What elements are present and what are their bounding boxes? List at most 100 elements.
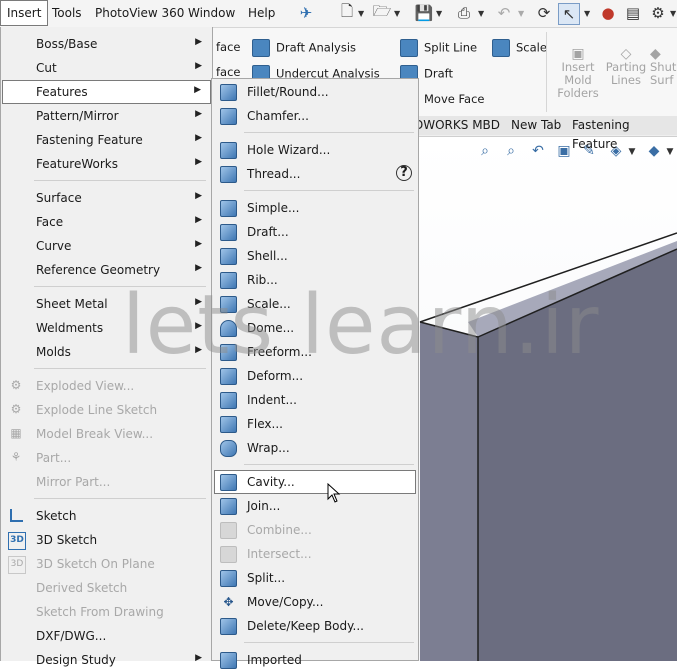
chevron-down-icon[interactable]: ▼ bbox=[627, 147, 637, 165]
menu-item-featureworks[interactable]: FeatureWorks ▶ bbox=[2, 153, 211, 175]
menu-item-imported[interactable]: Imported bbox=[214, 649, 416, 671]
save-icon[interactable]: 💾 bbox=[414, 3, 434, 23]
menu-item-3d-sketch-on-plane[interactable]: 3D 3D Sketch On Plane bbox=[2, 553, 211, 575]
menu-item-dome[interactable]: Dome... bbox=[214, 317, 416, 339]
section-view-icon[interactable]: ▣ bbox=[555, 143, 573, 161]
menu-item-surface[interactable]: Surface ▶ bbox=[2, 187, 211, 209]
menu-item-pattern-mirror[interactable]: Pattern/Mirror ▶ bbox=[2, 105, 211, 127]
menu-item-cut[interactable]: Cut ▶ bbox=[2, 57, 211, 79]
display-style-icon[interactable]: ◆ bbox=[645, 143, 663, 161]
menu-item-move-copy[interactable]: ✥ Move/Copy... bbox=[214, 591, 416, 613]
menu-item-fillet-round[interactable]: Fillet/Round... bbox=[214, 81, 416, 103]
menu-item-boss-base[interactable]: Boss/Base ▶ bbox=[2, 33, 211, 55]
menu-insert[interactable]: Insert bbox=[0, 0, 49, 26]
print-icon[interactable]: ⎙ bbox=[454, 3, 474, 23]
menu-item-simple[interactable]: Simple... bbox=[214, 197, 416, 219]
hole-wizard-icon bbox=[220, 142, 237, 159]
menu-item-split[interactable]: Split... bbox=[214, 567, 416, 589]
menu-item-flex[interactable]: Flex... bbox=[214, 413, 416, 435]
menu-photoview-360[interactable]: PhotoView 360 bbox=[89, 0, 190, 26]
menu-help[interactable]: Help bbox=[242, 0, 281, 26]
menu-item-weldments[interactable]: Weldments ▶ bbox=[2, 317, 211, 339]
menu-item-label: Molds bbox=[36, 345, 71, 359]
menu-item-fastening-feature[interactable]: Fastening Feature ▶ bbox=[2, 129, 211, 151]
undo-icon[interactable]: ↶ bbox=[494, 3, 514, 23]
chevron-down-icon[interactable]: ▼ bbox=[584, 9, 590, 18]
menu-item-join[interactable]: Join... bbox=[214, 495, 416, 517]
menu-item-label: Reference Geometry bbox=[36, 263, 161, 277]
menu-item-intersect[interactable]: Intersect... bbox=[214, 543, 416, 565]
move-face-button[interactable]: Move Face bbox=[424, 92, 485, 106]
chevron-down-icon[interactable]: ▼ bbox=[518, 9, 524, 18]
gear-icon[interactable]: ⚙ bbox=[648, 3, 668, 23]
menu-item-shell[interactable]: Shell... bbox=[214, 245, 416, 267]
ribbon-face-partial[interactable]: face bbox=[216, 40, 241, 54]
open-folder-icon[interactable]: 🗁 bbox=[372, 2, 392, 23]
menu-item-sketch[interactable]: Sketch bbox=[2, 505, 211, 527]
menu-separator bbox=[244, 190, 414, 191]
chevron-down-icon[interactable]: ▼ bbox=[478, 9, 484, 18]
rebuild-icon[interactable]: ⟳ bbox=[534, 3, 554, 23]
menu-item-mirror-part[interactable]: Mirror Part... bbox=[2, 471, 211, 493]
menu-item-reference-geometry[interactable]: Reference Geometry ▶ bbox=[2, 259, 211, 281]
zoom-to-fit-icon[interactable]: ⌕ bbox=[476, 143, 494, 161]
menu-item-face[interactable]: Face ▶ bbox=[2, 211, 211, 233]
menu-item-label: Explode Line Sketch bbox=[36, 403, 158, 417]
menu-item-freeform[interactable]: Freeform... bbox=[214, 341, 416, 363]
shut-off-surfaces-button[interactable]: ◆ Shut Surf bbox=[650, 47, 677, 87]
menu-item-model-break-view[interactable]: ▦ Model Break View... bbox=[2, 423, 211, 445]
chevron-down-icon[interactable]: ▼ bbox=[358, 9, 364, 18]
menu-item-cavity[interactable]: Cavity... bbox=[214, 470, 416, 494]
help-question-icon[interactable]: ? bbox=[396, 165, 412, 181]
select-arrow-icon[interactable]: ↖ bbox=[558, 3, 580, 25]
zoom-to-area-icon[interactable]: ⌕ bbox=[502, 143, 520, 161]
previous-view-icon[interactable]: ↶ bbox=[529, 143, 547, 161]
tab-new-tab[interactable]: New Tab bbox=[503, 116, 571, 135]
chevron-down-icon[interactable]: ▼ bbox=[394, 9, 400, 18]
menu-window[interactable]: Window bbox=[182, 0, 241, 26]
menu-item-sheet-metal[interactable]: Sheet Metal ▶ bbox=[2, 293, 211, 315]
menu-item-hole-wizard[interactable]: Hole Wizard... bbox=[214, 139, 416, 161]
menu-item-design-study[interactable]: Design Study ▶ bbox=[2, 649, 211, 671]
menu-item-indent[interactable]: Indent... bbox=[214, 389, 416, 411]
tab-fastening-feature[interactable]: Fastening Feature bbox=[564, 116, 677, 151]
menu-item-3d-sketch[interactable]: 3D 3D Sketch bbox=[2, 529, 211, 551]
tab-solidworks-mbd[interactable]: DWORKS MBD bbox=[410, 116, 510, 135]
menu-item-wrap[interactable]: Wrap... bbox=[214, 437, 416, 459]
menu-item-exploded-view[interactable]: ⚙ Exploded View... bbox=[2, 375, 211, 397]
menu-item-molds[interactable]: Molds ▶ bbox=[2, 341, 211, 363]
menu-item-delete-keep-body[interactable]: Delete/Keep Body... bbox=[214, 615, 416, 637]
split-line-button[interactable]: Split Line bbox=[400, 39, 477, 57]
menu-item-sketch-from-drawing[interactable]: Sketch From Drawing bbox=[2, 601, 211, 623]
chevron-down-icon[interactable]: ▼ bbox=[670, 9, 676, 18]
menu-item-features[interactable]: Features ▶ bbox=[2, 80, 211, 104]
deform-icon bbox=[220, 368, 237, 385]
menu-item-scale[interactable]: Scale... bbox=[214, 293, 416, 315]
draft-analysis-button[interactable]: Draft Analysis bbox=[252, 39, 356, 57]
menu-item-part[interactable]: ⚘ Part... bbox=[2, 447, 211, 469]
menu-item-combine[interactable]: Combine... bbox=[214, 519, 416, 541]
menu-item-curve[interactable]: Curve ▶ bbox=[2, 235, 211, 257]
menu-item-rib[interactable]: Rib... bbox=[214, 269, 416, 291]
menu-item-chamfer[interactable]: Chamfer... bbox=[214, 105, 416, 127]
menu-item-dxf-dwg[interactable]: DXF/DWG... bbox=[2, 625, 211, 647]
pin-icon[interactable]: ✈ bbox=[296, 3, 316, 23]
menu-item-deform[interactable]: Deform... bbox=[214, 365, 416, 387]
chevron-down-icon[interactable]: ▼ bbox=[665, 147, 675, 165]
menu-tools[interactable]: Tools bbox=[46, 0, 88, 26]
rib-icon bbox=[220, 272, 237, 289]
chevron-down-icon[interactable]: ▼ bbox=[436, 9, 442, 18]
menu-item-derived-sketch[interactable]: Derived Sketch bbox=[2, 577, 211, 599]
menu-item-label: Curve bbox=[36, 239, 72, 253]
insert-mold-folders-button[interactable]: ▣ Insert Mold Folders bbox=[554, 47, 602, 100]
parting-lines-button[interactable]: ◇ Parting Lines bbox=[604, 47, 648, 87]
ribbon-face-partial-2[interactable]: face bbox=[216, 65, 241, 79]
new-document-icon[interactable]: 🗋 bbox=[337, 2, 357, 23]
menu-item-explode-line-sketch[interactable]: ⚙ Explode Line Sketch bbox=[2, 399, 211, 421]
menu-item-thread[interactable]: Thread...? bbox=[214, 163, 416, 185]
menu-item-draft[interactable]: Draft... bbox=[214, 221, 416, 243]
file-properties-icon[interactable]: ▤ bbox=[623, 3, 643, 23]
traffic-light-icon[interactable]: ● bbox=[598, 3, 618, 23]
menu-item-label: Draft... bbox=[247, 225, 289, 239]
scale-button[interactable]: Scale bbox=[492, 39, 547, 57]
